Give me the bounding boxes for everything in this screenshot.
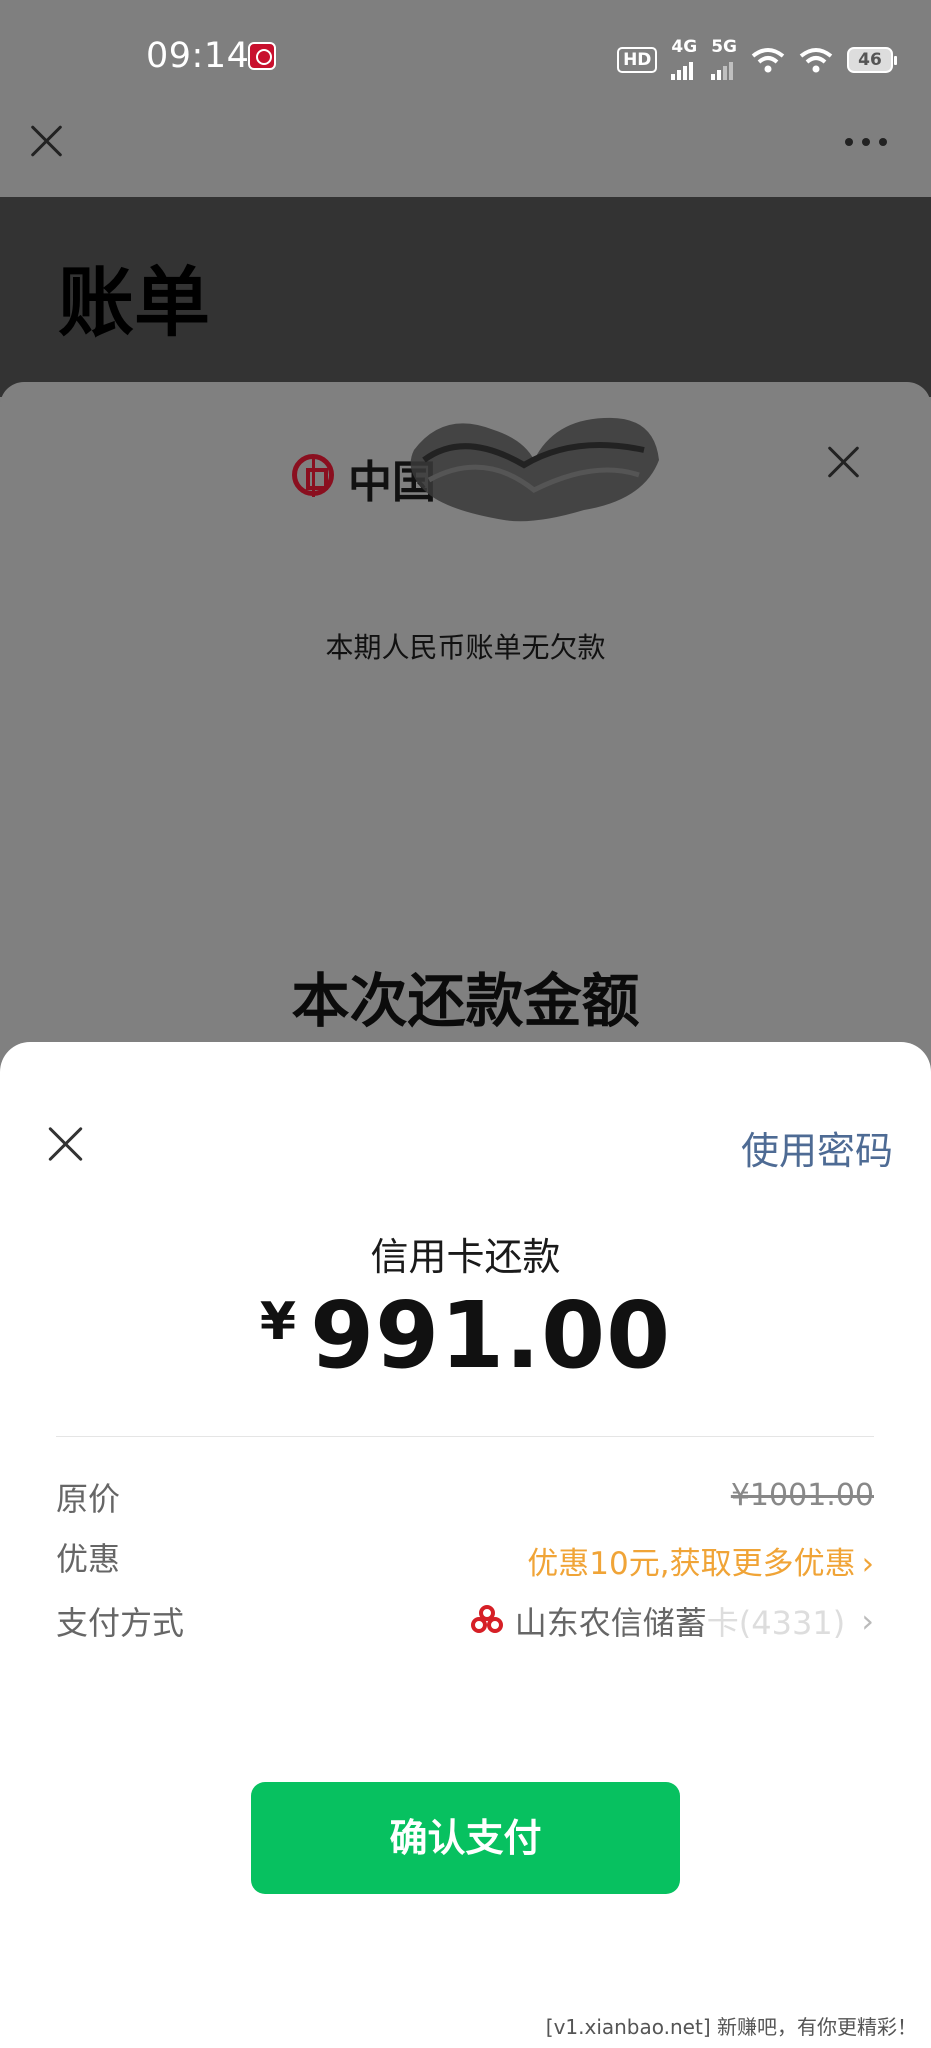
payment-method-selector[interactable]: 山东农信储蓄卡(4331) › xyxy=(470,1598,874,1644)
discount-link[interactable]: 优惠10元,获取更多优惠 › xyxy=(527,1538,874,1583)
card-close-icon[interactable] xyxy=(826,444,862,480)
original-price-label: 原价 xyxy=(56,1480,121,1518)
payment-method-row[interactable]: 支付方式 山东农信储蓄卡(4331) › xyxy=(56,1598,874,1648)
discount-label: 优惠 xyxy=(56,1540,121,1578)
rural-credit-logo-icon xyxy=(470,1605,503,1637)
discount-row[interactable]: 优惠 优惠10元,获取更多优惠 › xyxy=(56,1534,874,1584)
bill-card: 中国 本期人民币账单无欠款 本次还款金额 xyxy=(0,382,931,1102)
page-title: 账单 xyxy=(58,258,210,347)
currency-symbol: ¥ xyxy=(259,1292,297,1352)
original-price-value: ¥1001.00 xyxy=(730,1478,874,1513)
network-4g-label: 4G xyxy=(671,37,698,57)
status-icons: HD 4G 5G 46 xyxy=(617,37,897,80)
chevron-right-icon: › xyxy=(861,1602,874,1640)
signal-4g-icon: 4G xyxy=(671,37,698,80)
discount-text: 优惠10元,获取更多优惠 xyxy=(527,1546,856,1582)
wifi-plus-icon xyxy=(751,48,785,73)
bank-of-china-logo-icon xyxy=(292,454,334,497)
original-price-row: 原价 ¥1001.00 xyxy=(56,1474,874,1524)
payment-description: 信用卡还款 xyxy=(370,1235,561,1279)
watermark: [v1.xianbao.net] 新赚吧，有你更精彩！ xyxy=(545,2015,917,2039)
wifi-icon xyxy=(799,48,833,73)
hd-voice-icon: HD xyxy=(617,47,658,73)
payment-method-value: 山东农信储蓄 xyxy=(514,1604,707,1642)
network-5g-label: 5G xyxy=(711,37,737,57)
more-options-icon[interactable] xyxy=(845,138,887,146)
chevron-right-icon: › xyxy=(861,1546,874,1582)
status-bar: 09:14 HD 4G 5G 46 xyxy=(0,0,931,115)
status-time: 09:14 xyxy=(146,36,250,76)
payment-sheet: 使用密码 信用卡还款 ¥991.00 原价 ¥1001.00 优惠 优惠10元,… xyxy=(0,1042,931,2048)
repay-amount-title: 本次还款金额 xyxy=(291,967,640,1035)
payment-method-masked: 卡(4331) xyxy=(706,1604,846,1642)
amount-value: 991.00 xyxy=(310,1282,672,1389)
bank-app-notification-icon xyxy=(248,42,276,70)
no-debt-text: 本期人民币账单无欠款 xyxy=(325,631,606,664)
sheet-close-icon[interactable] xyxy=(46,1124,86,1164)
divider xyxy=(56,1436,874,1437)
payment-method-label: 支付方式 xyxy=(56,1604,185,1642)
redaction-scribble xyxy=(410,417,659,522)
battery-icon: 46 xyxy=(847,47,897,73)
payment-amount: ¥991.00 xyxy=(0,1282,931,1389)
signal-5g-icon: 5G xyxy=(711,37,737,80)
bill-header: 账单 xyxy=(0,197,931,397)
use-password-link[interactable]: 使用密码 xyxy=(741,1120,893,1175)
confirm-payment-button[interactable]: 确认支付 xyxy=(251,1782,680,1894)
close-icon[interactable] xyxy=(28,122,66,160)
